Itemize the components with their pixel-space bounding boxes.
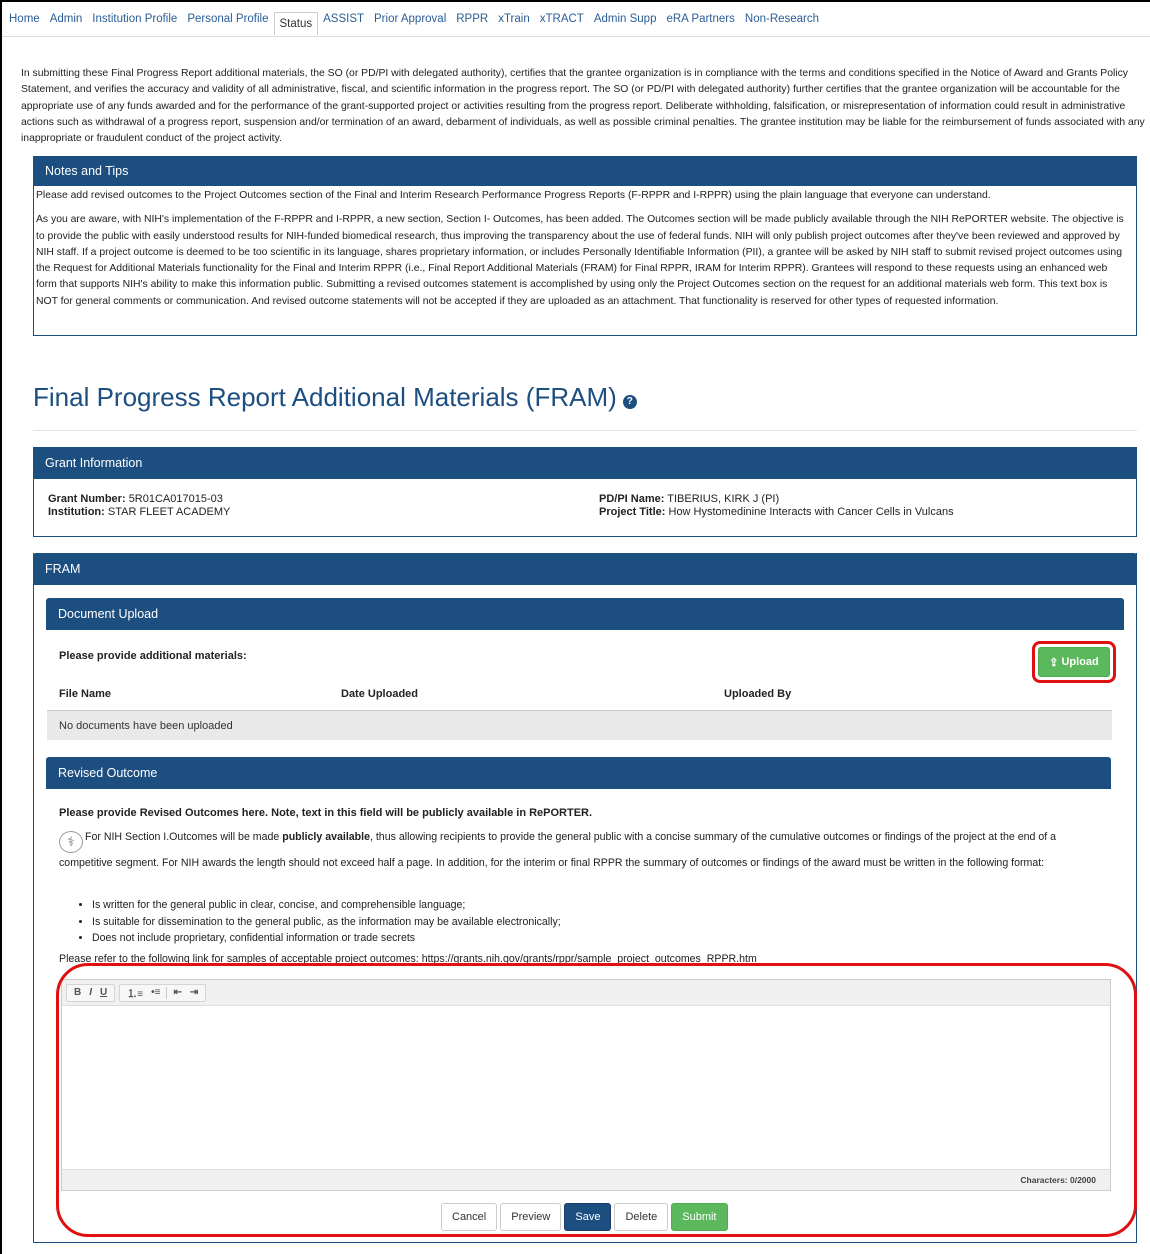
description-bold: publicly available bbox=[282, 831, 370, 843]
nav-institution-profile[interactable]: Institution Profile bbox=[87, 2, 182, 37]
pdpi-row: PD/PI Name: TIBERIUS, KIRK J (PI) bbox=[599, 493, 1136, 505]
nav-admin[interactable]: Admin bbox=[45, 2, 88, 37]
notes-body: Please add revised outcomes to the Proje… bbox=[34, 186, 1136, 310]
pdpi-value: TIBERIUS, KIRK J (PI) bbox=[667, 493, 780, 505]
grant-number-value: 5R01CA017015-03 bbox=[128, 493, 223, 505]
list-group: ⒈≡ •≡ ⇤ ⇥ bbox=[119, 983, 207, 1002]
outdent-icon[interactable]: ⇤ bbox=[169, 987, 185, 998]
certification-text: In submitting these Final Progress Repor… bbox=[21, 68, 1145, 145]
outcome-requirements-list: Is written for the general public in cle… bbox=[74, 897, 561, 947]
sample-outcomes-link[interactable]: Please refer to the following link for s… bbox=[59, 953, 959, 967]
action-buttons: Cancel Preview Save Delete Submit bbox=[441, 1203, 728, 1231]
nav-admin-supp[interactable]: Admin Supp bbox=[589, 2, 662, 37]
institution-value: STAR FLEET ACADEMY bbox=[107, 506, 231, 518]
grant-number-label: Grant Number: bbox=[48, 493, 126, 505]
title-divider bbox=[33, 430, 1137, 431]
notes-paragraph-2: As you are aware, with NIH's implementat… bbox=[36, 214, 1124, 307]
grant-info-header: Grant Information bbox=[33, 447, 1137, 479]
nav-non-research[interactable]: Non-Research bbox=[740, 2, 824, 37]
column-date-uploaded[interactable]: Date Uploaded bbox=[341, 688, 418, 700]
help-icon[interactable]: ? bbox=[622, 394, 637, 409]
column-file-name[interactable]: File Name bbox=[59, 688, 111, 700]
top-nav: Home Admin Institution Profile Personal … bbox=[2, 2, 1150, 37]
nav-era-partners[interactable]: eRA Partners bbox=[661, 2, 739, 37]
project-title-label: Project Title: bbox=[599, 506, 666, 518]
nav-xtract[interactable]: xTRACT bbox=[535, 2, 589, 37]
cancel-button[interactable]: Cancel bbox=[441, 1203, 498, 1231]
fram-panel: FRAM Document Upload Please provide addi… bbox=[33, 553, 1137, 1243]
nav-assist[interactable]: ASSIST bbox=[318, 2, 369, 37]
list-item: Does not include proprietary, confidenti… bbox=[92, 930, 561, 947]
page-title-text: Final Progress Report Additional Materia… bbox=[33, 382, 617, 412]
character-counter: Characters: 0/2000 bbox=[62, 1170, 1110, 1190]
save-button[interactable]: Save bbox=[564, 1203, 612, 1231]
editor-toolbar: B I U ⒈≡ •≡ ⇤ ⇥ bbox=[62, 980, 1110, 1006]
column-uploaded-by[interactable]: Uploaded By bbox=[724, 688, 791, 700]
notes-header: Notes and Tips bbox=[33, 156, 1137, 186]
nav-rppr[interactable]: RPPR bbox=[451, 2, 493, 37]
upload-icon: ⇪ bbox=[1049, 656, 1059, 669]
bold-button[interactable]: B bbox=[70, 987, 85, 998]
provide-materials-label: Please provide additional materials: bbox=[59, 650, 247, 662]
grant-info-panel: Grant Information Grant Number: 5R01CA01… bbox=[33, 447, 1137, 537]
italic-button[interactable]: I bbox=[85, 987, 96, 998]
institution-row: Institution: STAR FLEET ACADEMY bbox=[48, 506, 599, 518]
files-empty-row: No documents have been uploaded bbox=[47, 710, 1112, 740]
format-group: B I U bbox=[66, 983, 116, 1002]
document-upload-header: Document Upload bbox=[46, 598, 1124, 630]
revised-outcome-instruction: Please provide Revised Outcomes here. No… bbox=[59, 807, 593, 819]
notes-panel: Notes and Tips Please add revised outcom… bbox=[33, 156, 1137, 336]
upload-button[interactable]: ⇪ Upload bbox=[1038, 647, 1110, 677]
nav-xtrain[interactable]: xTrain bbox=[493, 2, 535, 37]
revised-outcome-editor: B I U ⒈≡ •≡ ⇤ ⇥ Characters: 0/2000 bbox=[61, 979, 1111, 1191]
revised-outcome-description: ⚕ For NIH Section I.Outcomes will be made… bbox=[59, 827, 1104, 873]
nav-status[interactable]: Status bbox=[273, 12, 319, 35]
pdpi-label: PD/PI Name: bbox=[599, 493, 665, 505]
ordered-list-icon[interactable]: ⒈≡ bbox=[123, 985, 147, 1000]
list-item: Is written for the general public in cle… bbox=[92, 897, 561, 914]
description-text-1: For NIH Section I.Outcomes will be made bbox=[85, 831, 283, 843]
toolbar-divider bbox=[166, 986, 168, 999]
underline-button[interactable]: U bbox=[96, 987, 111, 998]
list-item: Is suitable for dissemination to the gen… bbox=[92, 914, 561, 931]
notes-paragraph-1: Please add revised outcomes to the Proje… bbox=[36, 190, 991, 201]
upload-highlight: ⇪ Upload bbox=[1032, 641, 1116, 683]
delete-button[interactable]: Delete bbox=[614, 1203, 669, 1231]
project-title-value: How Hystomedinine Interacts with Cancer … bbox=[668, 506, 954, 518]
nih-logo-icon: ⚕ bbox=[59, 831, 83, 853]
preview-button[interactable]: Preview bbox=[500, 1203, 562, 1231]
outcome-textarea[interactable] bbox=[62, 1006, 1110, 1170]
submit-button[interactable]: Submit bbox=[671, 1203, 728, 1231]
upload-button-label: Upload bbox=[1061, 656, 1099, 668]
institution-label: Institution: bbox=[48, 506, 105, 518]
revised-outcome-header: Revised Outcome bbox=[46, 757, 1111, 789]
indent-icon[interactable]: ⇥ bbox=[186, 987, 202, 998]
project-title-row: Project Title: How Hystomedinine Interac… bbox=[599, 506, 1136, 518]
page-title: Final Progress Report Additional Materia… bbox=[33, 382, 637, 413]
fram-header: FRAM bbox=[33, 553, 1137, 585]
grant-number-row: Grant Number: 5R01CA017015-03 bbox=[48, 493, 599, 505]
nav-personal-profile[interactable]: Personal Profile bbox=[182, 2, 273, 37]
nav-home[interactable]: Home bbox=[4, 2, 45, 37]
grant-info-grid: Grant Number: 5R01CA017015-03 PD/PI Name… bbox=[34, 479, 1136, 518]
nav-prior-approval[interactable]: Prior Approval bbox=[369, 2, 451, 37]
unordered-list-icon[interactable]: •≡ bbox=[147, 987, 164, 998]
